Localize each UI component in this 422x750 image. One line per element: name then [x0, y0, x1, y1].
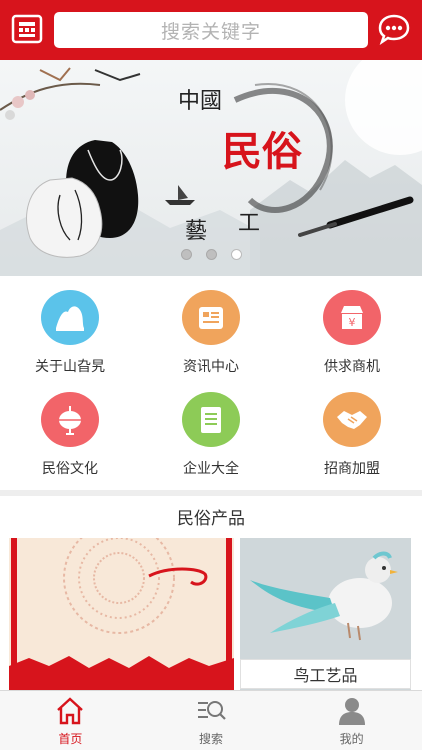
category-label: 招商加盟 [324, 461, 380, 477]
product-image-papercut [9, 538, 234, 690]
mountain-icon [41, 290, 99, 345]
shop-icon: ¥ [323, 290, 381, 345]
lantern-icon [41, 392, 99, 447]
message-icon [378, 14, 410, 46]
tab-label: 我的 [339, 732, 364, 746]
document-icon [182, 392, 240, 447]
user-icon [338, 698, 365, 725]
newspaper-icon [182, 290, 240, 345]
carousel-indicator [0, 249, 422, 260]
category-grid: 关于山旮旯 资讯中心 ¥ 供求商机 民俗文化 企业大全 招商加盟 [0, 276, 422, 490]
category-news[interactable]: 资讯中心 [141, 276, 281, 376]
scan-button[interactable] [10, 12, 44, 46]
carousel-dot-active[interactable] [230, 249, 242, 260]
banner-text-top: 中國 [178, 89, 222, 114]
category-business[interactable]: ¥ 供求商机 [282, 276, 422, 376]
category-about[interactable]: 关于山旮旯 [0, 276, 140, 376]
search-icon [198, 701, 226, 720]
category-label: 供求商机 [324, 359, 380, 375]
category-label: 资讯中心 [183, 359, 239, 375]
banner-image: 中國 民俗 工 藝 [0, 60, 422, 276]
tab-home[interactable]: 首页 [0, 691, 141, 750]
tab-profile[interactable]: 我的 [281, 691, 422, 750]
tab-search[interactable]: 搜索 [141, 691, 282, 750]
banner-text-side-2: 藝 [185, 219, 207, 244]
product-card-papercut[interactable] [9, 538, 234, 690]
search-input[interactable]: 搜索关键字 [54, 12, 368, 48]
category-franchise[interactable]: 招商加盟 [282, 378, 422, 478]
message-button[interactable] [376, 12, 412, 48]
category-label: 关于山旮旯 [35, 359, 105, 375]
svg-text:¥: ¥ [349, 316, 356, 329]
bottom-tabbar: 首页 搜索 我的 [0, 690, 422, 750]
search-placeholder: 搜索关键字 [160, 20, 261, 43]
tab-label: 首页 [58, 732, 83, 746]
category-culture[interactable]: 民俗文化 [0, 378, 140, 478]
top-header: 搜索关键字 [0, 0, 422, 60]
banner-carousel[interactable]: 中國 民俗 工 藝 [0, 60, 422, 276]
banner-text-side-1: 工 [238, 211, 260, 236]
home-icon [57, 697, 84, 725]
category-enterprise[interactable]: 企业大全 [141, 378, 281, 478]
product-label[interactable]: 鸟工艺品 [240, 659, 411, 689]
category-label: 企业大全 [183, 461, 239, 477]
tab-label: 搜索 [199, 732, 224, 746]
carousel-dot[interactable] [180, 249, 192, 260]
section-divider [0, 490, 422, 496]
banner-text-main: 民俗 [222, 128, 302, 175]
scan-icon [11, 14, 43, 44]
section-title: 民俗产品 [177, 509, 245, 529]
category-label: 民俗文化 [42, 461, 98, 477]
carousel-dot[interactable] [205, 249, 217, 260]
handshake-icon [323, 392, 381, 447]
